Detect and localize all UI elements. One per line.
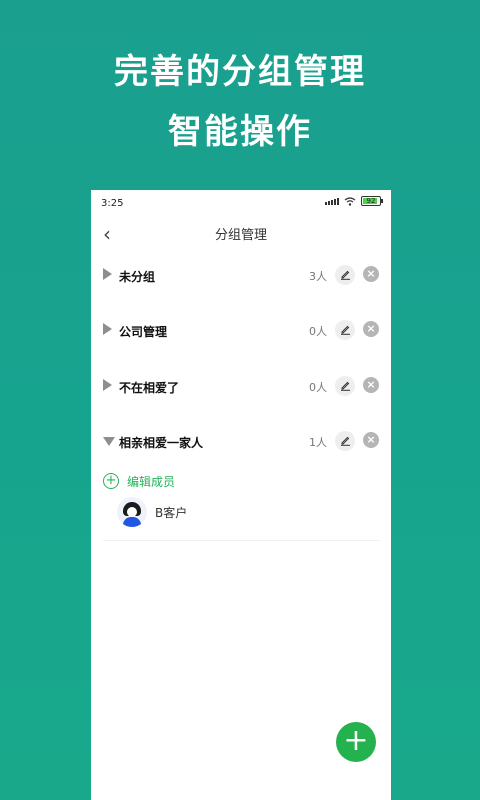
group-count: 0人 [309,325,327,338]
group-row[interactable]: 不在相爱了 0人 × [103,373,379,401]
promo-headline-1: 完善的分组管理 [114,52,366,92]
edit-group-button[interactable] [335,320,355,340]
close-icon: × [366,378,376,391]
pencil-icon [340,270,350,280]
group-name: 不在相爱了 [119,381,180,395]
delete-group-button[interactable]: × [363,266,379,282]
status-bar: 3:25 92 [91,190,391,216]
group-name: 未分组 [119,270,156,284]
pencil-icon [340,436,350,446]
navbar: ‹ 分组管理 [91,218,391,248]
edit-members-label: 编辑成员 [127,474,176,489]
delete-group-button[interactable]: × [363,321,379,337]
group-row[interactable]: 相亲相爱一家人 1人 × [103,428,379,456]
group-count: 0人 [309,381,327,394]
member-item[interactable]: B客户 [117,496,187,528]
member-name: B客户 [155,505,188,520]
group-name: 公司管理 [119,325,168,339]
close-icon: × [366,267,376,280]
collapse-arrow-icon[interactable] [103,323,112,335]
collapse-arrow-icon[interactable] [103,268,112,280]
divider [103,540,379,541]
wifi-icon [344,196,356,206]
expand-arrow-icon[interactable] [103,437,115,446]
close-icon: × [366,322,376,335]
delete-group-button[interactable]: × [363,377,379,393]
promo-headline-2: 智能操作 [168,112,312,152]
pencil-icon [340,381,350,391]
plus-icon: + [343,723,369,758]
edit-group-button[interactable] [335,265,355,285]
avatar [117,497,147,527]
add-circle-icon: + [103,473,119,489]
delete-group-button[interactable]: × [363,432,379,448]
signal-icon [325,197,339,205]
battery-level: 92 [366,197,376,205]
group-name: 相亲相爱一家人 [119,436,204,450]
group-row[interactable]: 公司管理 0人 × [103,317,379,345]
group-count: 3人 [309,270,327,283]
add-group-button[interactable]: + [336,722,376,762]
group-row[interactable]: 未分组 3人 × [103,262,379,290]
status-time: 3:25 [101,198,124,209]
group-count: 1人 [309,436,327,449]
phone-screen: 3:25 92 ‹ 分组管理 未分组 3人 × 公司管理 0人 × 不在相爱了 … [91,190,391,800]
close-icon: × [366,433,376,446]
status-icons: 92 [325,196,383,206]
battery-icon: 92 [361,196,383,206]
page-title: 分组管理 [214,228,267,243]
edit-group-button[interactable] [335,376,355,396]
edit-group-button[interactable] [335,431,355,451]
collapse-arrow-icon[interactable] [103,379,112,391]
edit-members-button[interactable]: + 编辑成员 [103,471,175,491]
pencil-icon [340,325,350,335]
